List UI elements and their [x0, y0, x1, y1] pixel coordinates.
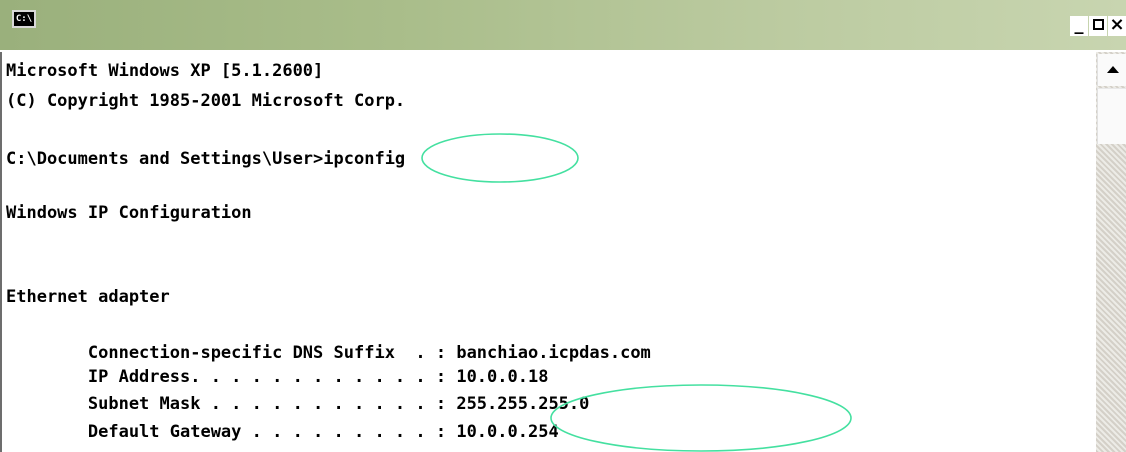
console-line: Microsoft Windows XP [5.1.2600] — [6, 61, 324, 81]
command-line: C:\Documents and Settings\User>ipconfig — [6, 149, 406, 169]
maximize-icon — [1092, 19, 1104, 30]
cmd-icon[interactable]: C:\ — [12, 10, 36, 28]
subnet-mask-line: Subnet Mask . . . . . . . . . . . : 255.… — [6, 394, 590, 414]
minimize-button[interactable]: _ — [1070, 16, 1088, 36]
maximize-button[interactable] — [1089, 16, 1107, 36]
title-bar[interactable]: C:\ _ × — [0, 0, 1126, 50]
scroll-thumb[interactable] — [1097, 88, 1126, 144]
console-line: (C) Copyright 1985-2001 Microsoft Corp. — [6, 91, 406, 111]
default-gateway-line: Default Gateway . . . . . . . . . : 10.0… — [6, 422, 559, 442]
arrow-up-icon — [1107, 66, 1119, 73]
close-button[interactable]: × — [1108, 16, 1126, 36]
dns-suffix-line: Connection-specific DNS Suffix . : banch… — [6, 343, 651, 363]
console-area[interactable] — [0, 52, 1094, 452]
ip-address-line: IP Address. . . . . . . . . . . . : 10.0… — [6, 367, 549, 387]
command-prompt-window: C:\ _ × Microsoft Windows XP [5.1.2600] … — [0, 0, 1126, 452]
window-left-border — [0, 52, 2, 452]
scroll-up-button[interactable] — [1097, 54, 1126, 86]
section-heading: Windows IP Configuration — [6, 203, 252, 223]
adapter-heading: Ethernet adapter — [6, 287, 170, 307]
